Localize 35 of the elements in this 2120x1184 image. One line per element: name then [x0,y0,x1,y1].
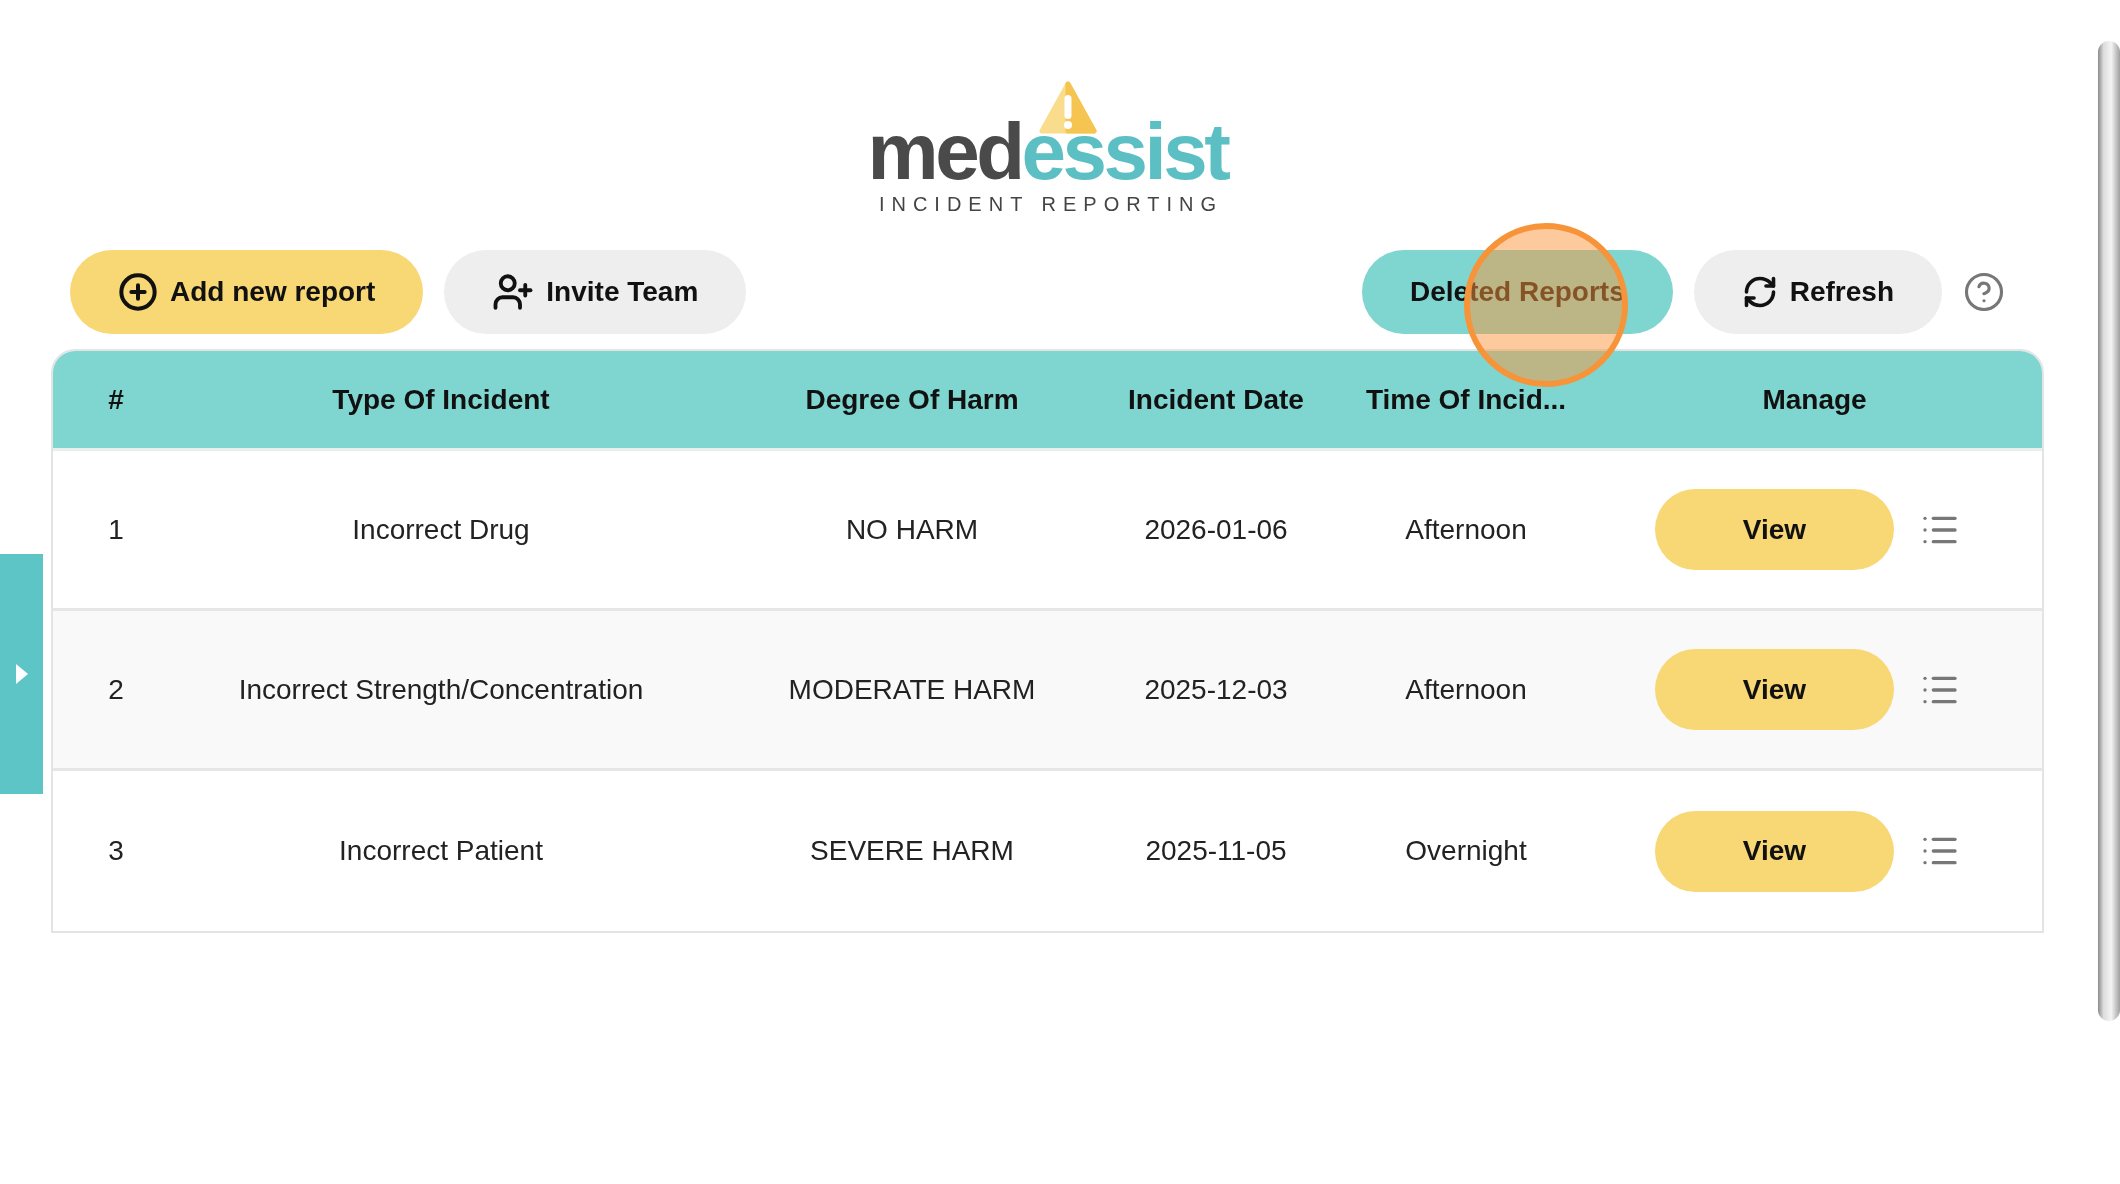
refresh-button[interactable]: Refresh [1693,250,1942,334]
sidebar-toggle[interactable] [0,554,43,794]
view-button[interactable]: View [1655,649,1894,730]
plus-circle-icon [118,272,158,312]
caret-icon [15,664,28,684]
view-button[interactable]: View [1655,489,1894,570]
view-button[interactable]: View [1655,810,1894,892]
table-cell-text: Overnight [1404,835,1528,867]
table-cell-text: Afternoon [1404,513,1528,546]
table-cell-text: 2 [107,673,125,706]
column-header: Time Of Incid... [1364,383,1568,416]
table-cell-text: 3 [107,835,125,867]
table-cell-text: NO HARM [844,513,980,546]
column-header: Manage [1761,383,1868,416]
logo-wordmark: medessist [867,112,1228,192]
invite-team-button[interactable]: Invite Team [444,250,747,334]
table-cell-text: MODERATE HARM [787,673,1037,706]
table-cell-text: 1 [107,513,125,546]
column-header: # [107,383,125,416]
user-plus-icon [492,271,535,313]
table-cell-text: 2025-11-05 [1144,835,1288,867]
table-cell-text: Incorrect Patient [338,835,544,867]
add-report-button[interactable]: Add new report [70,250,424,334]
table-cell-text: 2025-12-03 [1143,673,1289,706]
column-header: Degree Of Harm [804,383,1020,416]
table-cell-text: 2026-01-06 [1143,513,1289,546]
column-header: Incident Date [1127,383,1305,416]
logo-tagline: INCIDENT REPORTING [878,194,1224,214]
help-icon[interactable] [1963,271,2005,313]
table-cell-text: Afternoon [1404,673,1528,706]
table-cell-text: SEVERE HARM [809,835,1015,867]
table-cell-text: Incorrect Drug [351,513,531,546]
column-header: Type Of Incident [331,383,551,416]
table-cell-text: Incorrect Strength/Concentration [237,673,645,706]
scrollbar-thumb[interactable] [2098,41,2120,1021]
